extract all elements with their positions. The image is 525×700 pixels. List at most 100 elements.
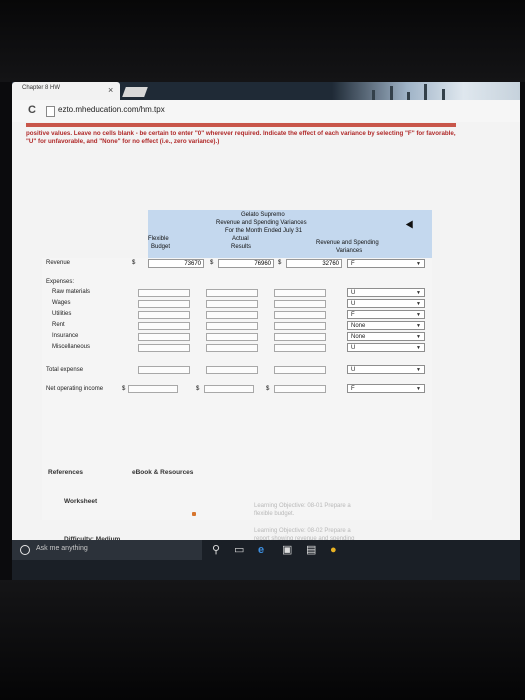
total-expense-flexible-input[interactable] [138, 366, 190, 374]
col-flexible-line1: Flexible [148, 236, 169, 242]
col-actual-line1: Actual [232, 236, 249, 242]
expense-actual-input[interactable] [206, 300, 258, 308]
row-label-expense: Wages [52, 300, 71, 306]
report-title: Revenue and Spending Variances [216, 220, 307, 226]
task-view-icon[interactable]: ▭ [234, 544, 244, 556]
expense-variance-input[interactable] [274, 300, 326, 308]
worksheet-label: Worksheet [64, 498, 98, 505]
noi-effect-select[interactable]: F ▼ [347, 384, 425, 393]
currency-symbol: $ [266, 386, 270, 392]
revenue-actual-input[interactable]: 76960 [218, 259, 274, 268]
cortana-icon [20, 545, 30, 555]
expense-flexible-input[interactable] [138, 300, 190, 308]
expense-flexible-input[interactable] [138, 333, 190, 341]
expense-effect-select[interactable]: U ▼ [347, 299, 425, 308]
expense-variance-input[interactable] [274, 333, 326, 341]
instructions-text: positive values. Leave no cells blank - … [26, 130, 456, 145]
chevron-down-icon: ▼ [416, 367, 421, 373]
tab-title: Chapter 8 HW [22, 85, 61, 91]
row-label-expense: Rent [52, 322, 65, 328]
row-label-net-operating-income: Net operating income [46, 386, 104, 392]
currency-symbol: $ [210, 260, 214, 266]
chevron-down-icon: ▼ [416, 334, 421, 340]
expense-variance-input[interactable] [274, 344, 326, 352]
col-variance-line2: Variances [336, 248, 363, 254]
row-label-expense: Insurance [52, 333, 79, 339]
col-actual-line2: Results [231, 244, 252, 250]
edge-icon[interactable]: e [258, 544, 264, 556]
new-tab-button[interactable] [122, 87, 148, 97]
references-label: References [48, 469, 84, 476]
mic-icon[interactable]: ⚲ [212, 544, 220, 556]
search-placeholder: Ask me anything [36, 545, 88, 552]
report-header: Gelato Supremo Revenue and Spending Vari… [148, 210, 432, 258]
revenue-flexible-input[interactable]: 73670 [148, 259, 204, 268]
chevron-down-icon: ▼ [416, 312, 421, 318]
total-expense-actual-input[interactable] [206, 366, 258, 374]
chevron-down-icon: ▼ [416, 290, 421, 296]
tab-bar: Chapter 8 HW × [12, 82, 520, 100]
currency-symbol: $ [196, 386, 200, 392]
currency-symbol: $ [278, 260, 282, 266]
url-field[interactable]: ezto.mheducation.com/hm.tpx [58, 105, 165, 114]
total-expense-variance-input[interactable] [274, 366, 326, 374]
chevron-down-icon: ▼ [416, 261, 421, 267]
chevron-down-icon: ▼ [416, 345, 421, 351]
chrome-icon[interactable]: ● [330, 544, 337, 556]
monitor-bezel-bottom [0, 580, 525, 700]
expense-flexible-input[interactable] [138, 311, 190, 319]
expense-flexible-input[interactable] [138, 344, 190, 352]
screen: Chapter 8 HW × C ezto.mheducation.com/hm… [12, 82, 520, 580]
currency-symbol: $ [122, 386, 126, 392]
chevron-down-icon: ▼ [416, 386, 421, 392]
row-label-expense: Utilities [52, 311, 72, 317]
row-label-expense: Miscellaneous [52, 344, 91, 350]
expense-effect-select[interactable]: None ▼ [347, 332, 425, 341]
chevron-down-icon: ▼ [416, 301, 421, 307]
expense-effect-select[interactable]: U ▼ [347, 343, 425, 352]
noi-actual-input[interactable] [204, 385, 254, 393]
expense-flexible-input[interactable] [138, 322, 190, 330]
wallpaper-sky [332, 82, 520, 100]
expense-variance-input[interactable] [274, 322, 326, 330]
expenses-heading: Expenses: [46, 279, 75, 285]
noi-variance-input[interactable] [274, 385, 326, 393]
page-content: positive values. Leave no cells blank - … [12, 122, 520, 543]
reload-icon[interactable]: C [28, 104, 36, 116]
expense-flexible-input[interactable] [138, 289, 190, 297]
revenue-effect-select[interactable]: F ▼ [347, 259, 425, 268]
expense-effect-select[interactable]: None ▼ [347, 321, 425, 330]
marker-icon [192, 512, 196, 516]
col-flexible-line2: Budget [151, 244, 171, 250]
company-name: Gelato Supremo [241, 212, 285, 218]
expense-actual-input[interactable] [206, 333, 258, 341]
expense-variance-input[interactable] [274, 311, 326, 319]
expense-actual-input[interactable] [206, 311, 258, 319]
row-label-revenue: Revenue [46, 260, 71, 266]
expense-effect-select[interactable]: U ▼ [347, 288, 425, 297]
expense-effect-select[interactable]: F ▼ [347, 310, 425, 319]
chevron-down-icon: ▼ [416, 323, 421, 329]
row-label-total-expense: Total expense [46, 367, 84, 373]
windows-taskbar: Ask me anything ⚲ ▭ e ▣ ▤ ● [12, 540, 520, 580]
row-label-expense: Raw materials [52, 289, 91, 295]
expense-variance-input[interactable] [274, 289, 326, 297]
store-icon[interactable]: ▤ [306, 544, 316, 556]
browser-tab[interactable]: Chapter 8 HW × [12, 82, 120, 100]
expense-actual-input[interactable] [206, 344, 258, 352]
ebook-link[interactable]: eBook & Resources [132, 469, 193, 476]
file-explorer-icon[interactable]: ▣ [282, 544, 292, 556]
total-expense-effect-select[interactable]: U ▼ [347, 365, 425, 374]
report-period: For the Month Ended July 31 [225, 228, 303, 234]
taskbar-search[interactable]: Ask me anything [12, 540, 202, 560]
page-icon [46, 106, 55, 117]
revenue-variance-input[interactable]: 32760 [286, 259, 342, 268]
currency-symbol: $ [132, 260, 136, 266]
col-variance-line1: Revenue and Spending [316, 240, 379, 246]
expense-actual-input[interactable] [206, 289, 258, 297]
learning-objective-2: Learning Objective: 08-02 Prepare a repo… [254, 528, 355, 540]
noi-flexible-input[interactable] [128, 385, 178, 393]
close-icon[interactable]: × [108, 84, 113, 96]
instruction-top-cut [26, 123, 456, 127]
expense-actual-input[interactable] [206, 322, 258, 330]
